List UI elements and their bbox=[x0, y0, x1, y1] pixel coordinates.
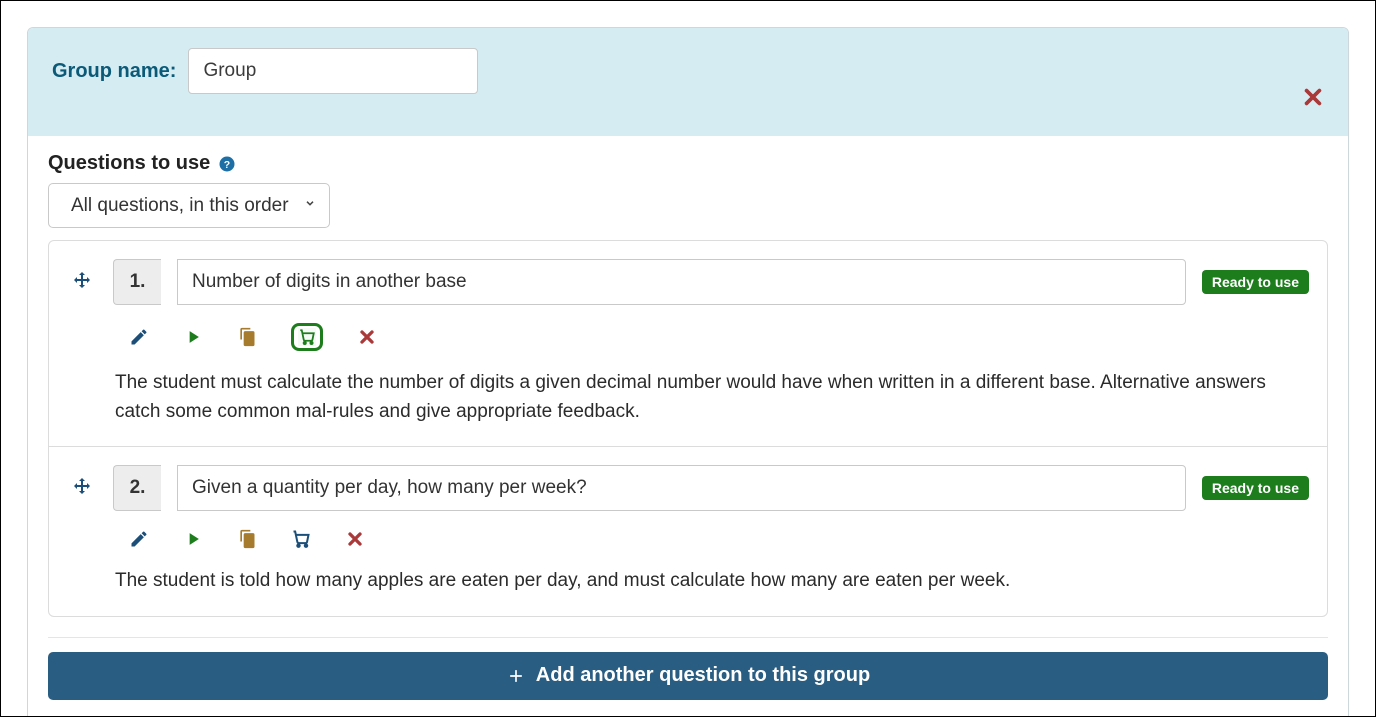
drag-handle[interactable] bbox=[67, 476, 97, 500]
close-icon bbox=[357, 327, 377, 347]
group-name-label: Group name: bbox=[52, 60, 176, 83]
close-icon bbox=[1302, 86, 1324, 108]
question-item: 2. Ready to use bbox=[49, 446, 1327, 616]
question-title-input[interactable] bbox=[177, 259, 1186, 305]
order-select-wrap: All questions, in this order bbox=[48, 175, 330, 228]
question-title-input[interactable] bbox=[177, 465, 1186, 511]
help-icon[interactable]: ? bbox=[218, 155, 236, 173]
question-actions bbox=[67, 529, 1309, 549]
questions-label-text: Questions to use bbox=[48, 152, 210, 175]
copy-button[interactable] bbox=[237, 327, 257, 347]
question-description: The student must calculate the number of… bbox=[67, 369, 1309, 426]
svg-text:?: ? bbox=[224, 158, 230, 170]
remove-button[interactable] bbox=[345, 529, 365, 549]
pencil-icon bbox=[129, 529, 149, 549]
basket-button[interactable] bbox=[291, 323, 323, 351]
play-icon bbox=[183, 327, 203, 347]
close-icon bbox=[345, 529, 365, 549]
move-icon bbox=[70, 476, 94, 500]
pencil-icon bbox=[129, 327, 149, 347]
drag-handle[interactable] bbox=[67, 270, 97, 294]
plus-icon bbox=[506, 666, 526, 686]
group-panel: Group name: Questions to use ? All quest… bbox=[27, 27, 1349, 717]
question-item: 1. Ready to use bbox=[49, 241, 1327, 446]
app-frame: Group name: Questions to use ? All quest… bbox=[0, 0, 1376, 717]
edit-button[interactable] bbox=[129, 529, 149, 549]
question-list: 1. Ready to use bbox=[48, 240, 1328, 617]
add-question-label: Add another question to this group bbox=[536, 664, 870, 687]
group-name-input[interactable] bbox=[188, 48, 478, 94]
preview-button[interactable] bbox=[183, 327, 203, 347]
edit-button[interactable] bbox=[129, 327, 149, 347]
question-row: 1. Ready to use bbox=[67, 259, 1309, 305]
move-icon bbox=[70, 270, 94, 294]
question-number: 1. bbox=[113, 259, 161, 305]
question-description: The student is told how many apples are … bbox=[67, 567, 1309, 596]
preview-button[interactable] bbox=[183, 529, 203, 549]
question-row: 2. Ready to use bbox=[67, 465, 1309, 511]
delete-group-button[interactable] bbox=[1302, 86, 1324, 108]
copy-icon bbox=[237, 529, 257, 549]
remove-button[interactable] bbox=[357, 327, 377, 347]
cart-icon bbox=[291, 529, 311, 549]
cart-active-frame bbox=[291, 323, 323, 351]
questions-section-label: Questions to use ? bbox=[48, 152, 1328, 175]
status-badge: Ready to use bbox=[1202, 270, 1309, 294]
question-number: 2. bbox=[113, 465, 161, 511]
cart-icon bbox=[298, 328, 316, 346]
basket-button[interactable] bbox=[291, 529, 311, 549]
question-actions bbox=[67, 323, 1309, 351]
group-body: Questions to use ? All questions, in thi… bbox=[28, 136, 1348, 717]
group-header: Group name: bbox=[28, 28, 1348, 136]
status-badge: Ready to use bbox=[1202, 476, 1309, 500]
copy-button[interactable] bbox=[237, 529, 257, 549]
play-icon bbox=[183, 529, 203, 549]
add-question-button[interactable]: Add another question to this group bbox=[48, 652, 1328, 700]
group-footer: Add another question to this group bbox=[48, 637, 1328, 700]
copy-icon bbox=[237, 327, 257, 347]
question-order-select[interactable]: All questions, in this order bbox=[48, 183, 330, 228]
